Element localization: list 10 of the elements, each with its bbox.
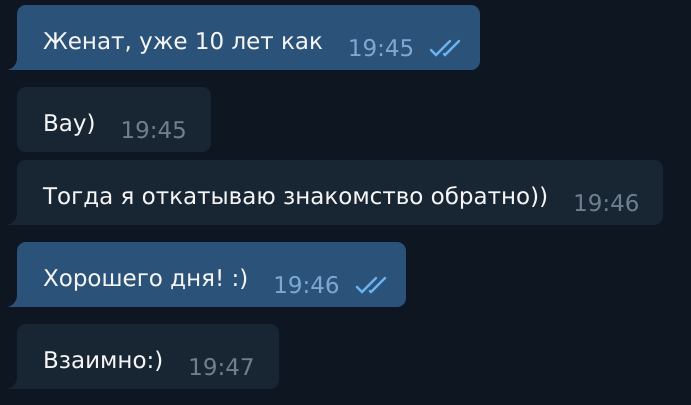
message-time: 19:47 bbox=[188, 355, 255, 381]
message-text: Женат, уже 10 лет как bbox=[43, 29, 323, 55]
message-text: Взаимно:) bbox=[43, 348, 164, 374]
message-text: Тогда я откатываю знакомство обратно)) bbox=[43, 184, 548, 210]
message-time: 19:46 bbox=[273, 273, 340, 299]
message-time: 19:46 bbox=[573, 191, 640, 217]
message-time: 19:45 bbox=[348, 36, 414, 62]
message-text: Хорошего дня! :) bbox=[43, 266, 248, 292]
message-text: Вау) bbox=[43, 111, 96, 137]
message-time: 19:45 bbox=[120, 118, 187, 144]
